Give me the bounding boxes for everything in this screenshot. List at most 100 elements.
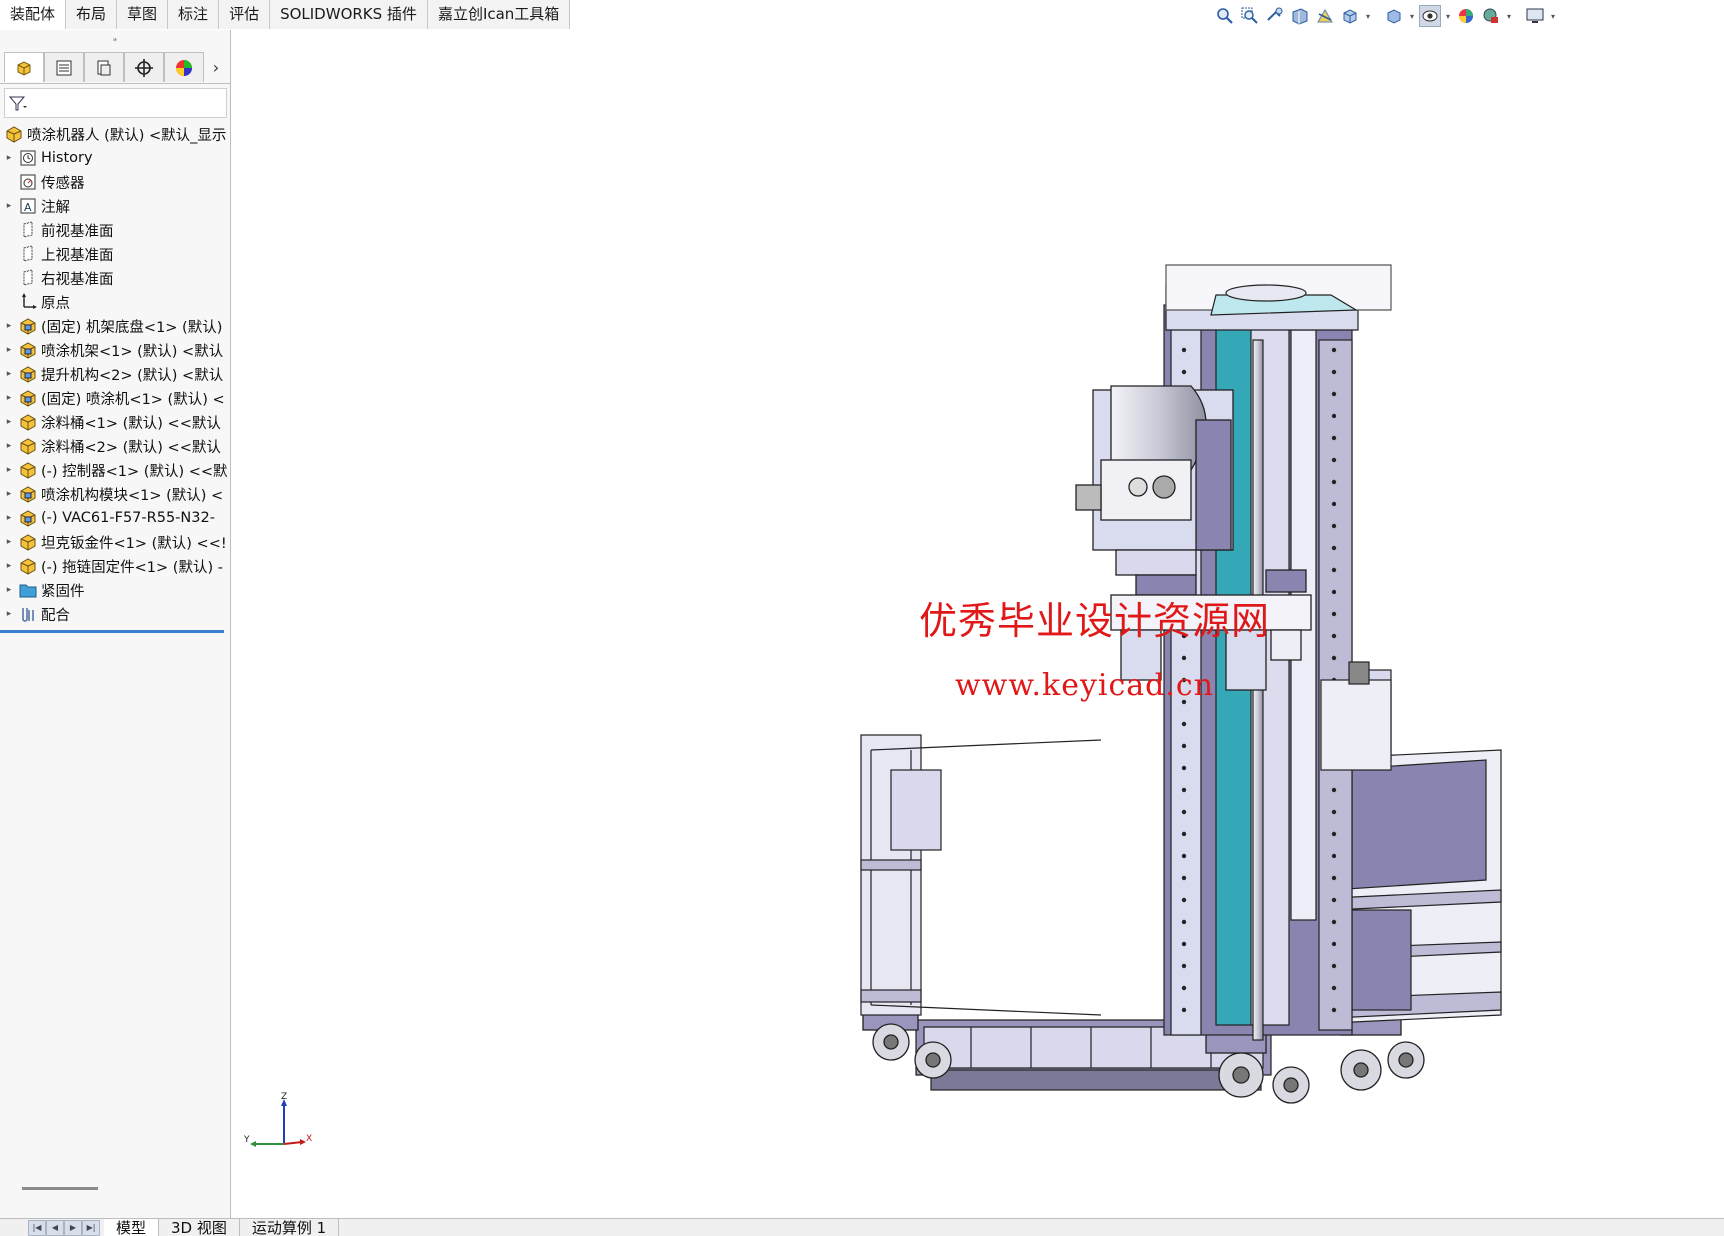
section-view-icon[interactable] (1289, 5, 1311, 27)
manager-tabs: › (0, 52, 230, 84)
expand-arrow-icon[interactable]: ▸ (0, 153, 18, 163)
top-cap (1165, 264, 1392, 331)
expand-arrow-icon[interactable]: ▸ (0, 609, 18, 619)
apply-scene-icon[interactable] (1480, 5, 1502, 27)
hide-show-dropdown-icon[interactable]: ▾ (1444, 12, 1452, 21)
property-list-icon (56, 60, 72, 75)
expand-arrow-icon[interactable]: ▸ (0, 393, 18, 403)
display-manager-tab[interactable] (164, 52, 204, 82)
bolt-hole (1181, 853, 1187, 859)
command-manager-tabs: 装配体 布局 草图 标注 评估 SOLIDWORKS 插件 嘉立创Ican工具箱 (0, 0, 571, 29)
tree-node[interactable]: ▸ (-) 拖链固定件<1> (默认) - (0, 554, 229, 578)
bolt-hole (1331, 567, 1337, 573)
expand-arrow-icon[interactable]: ▸ (0, 465, 18, 475)
dimxpert-tab[interactable] (124, 52, 164, 82)
previous-view-icon[interactable] (1264, 5, 1286, 27)
display-manager-icon (176, 59, 192, 76)
command-tab[interactable]: 标注 (168, 0, 220, 29)
tree-node[interactable]: ▸ 涂料桶<1> (默认) <<默认 (0, 410, 229, 434)
bolt-hole (1331, 897, 1337, 903)
command-tab[interactable]: SOLIDWORKS 插件 (270, 0, 428, 29)
view-orientation-dropdown-icon[interactable]: ▾ (1364, 12, 1372, 21)
expand-arrow-icon[interactable]: ▸ (0, 489, 18, 499)
tree-node[interactable]: ▸ 提升机构<2> (默认) <默认 (0, 362, 229, 386)
tree-node[interactable]: 前视基准面 (0, 218, 229, 242)
tree-node[interactable]: ▸ 紧固件 (0, 578, 229, 602)
expand-arrow-icon[interactable]: ▸ (0, 201, 18, 211)
command-tab[interactable]: 布局 (66, 0, 118, 29)
hide-show-items-icon[interactable] (1419, 5, 1441, 27)
tree-node[interactable]: 上视基准面 (0, 242, 229, 266)
tree-node[interactable]: 传感器 (0, 170, 229, 194)
tree-node[interactable]: ▸ (固定) 机架底盘<1> (默认) (0, 314, 229, 338)
zoom-to-area-icon[interactable] (1239, 5, 1261, 27)
assembly-icon (18, 340, 38, 360)
panel-grip-icon[interactable]: ⁍ (0, 30, 230, 52)
triad-y-label: Y (244, 1135, 250, 1145)
expand-arrow-icon[interactable]: ▸ (0, 561, 18, 571)
tree-node[interactable]: ▸ 喷涂机构模块<1> (默认) < (0, 482, 229, 506)
tree-node[interactable]: ▸ 坦克钣金件<1> (默认) <<! (0, 530, 229, 554)
tree-node[interactable]: ▸ (-) 控制器<1> (默认) <<默 (0, 458, 229, 482)
command-tab[interactable]: 评估 (219, 0, 271, 29)
bolt-hole (1331, 633, 1337, 639)
tree-node[interactable]: ▸ 喷涂机架<1> (默认) <默认 (0, 338, 229, 362)
first-tab-icon[interactable]: |◀ (28, 1219, 46, 1236)
tree-node[interactable]: ▸ (-) VAC61-F57-R55-N32- (0, 506, 229, 530)
graphics-area[interactable]: 优秀毕业设计资源网 www.keyicad.cn (231, 30, 1724, 1218)
left-cage-frame (860, 734, 1102, 1016)
tree-node[interactable]: ▸ 涂料桶<2> (默认) <<默认 (0, 434, 229, 458)
tree-node[interactable]: 右视基准面 (0, 266, 229, 290)
tree-node[interactable]: ▸ (固定) 喷涂机<1> (默认) < (0, 386, 229, 410)
expand-arrow-icon[interactable]: ▸ (0, 585, 18, 595)
expand-arrow-icon[interactable]: ▸ (0, 537, 18, 547)
propertymanager-tab[interactable] (44, 52, 84, 82)
configurationmanager-tab[interactable] (84, 52, 124, 82)
bottom-tab[interactable]: 3D 视图 (159, 1218, 240, 1236)
display-style-icon[interactable] (1383, 5, 1405, 27)
tree-filter[interactable] (4, 88, 227, 118)
zoom-to-fit-icon[interactable] (1214, 5, 1236, 27)
watermark-title: 优秀毕业设计资源网 (919, 599, 1271, 643)
expand-arrow-icon[interactable]: ▸ (0, 513, 18, 523)
expand-arrow-icon[interactable]: ▸ (0, 417, 18, 427)
bottom-tab[interactable]: 运动算例 1 (240, 1218, 340, 1236)
dynamic-annotation-icon[interactable] (1314, 5, 1336, 27)
tree-node[interactable]: ▸ A 注解 (0, 194, 229, 218)
more-tabs-chevron-icon[interactable]: › (204, 52, 228, 82)
bolt-hole (1331, 457, 1337, 463)
next-tab-icon[interactable]: ▶ (64, 1219, 82, 1236)
tree-node[interactable]: ▸ 配合 (0, 602, 229, 626)
apply-scene-dropdown-icon[interactable]: ▾ (1505, 12, 1513, 21)
view-settings-icon[interactable] (1524, 5, 1546, 27)
rollback-bar[interactable] (0, 630, 224, 633)
assembly-icon (18, 316, 38, 336)
bolt-hole (1331, 941, 1337, 947)
triad-z-label: Z (281, 1092, 287, 1102)
bolt-hole (1331, 479, 1337, 485)
edit-appearance-icon[interactable] (1455, 5, 1477, 27)
command-tab[interactable]: 嘉立创Ican工具箱 (427, 0, 571, 29)
tree-node[interactable]: 原点 (0, 290, 229, 314)
featuremanager-tab[interactable] (4, 52, 44, 82)
expand-arrow-icon[interactable]: ▸ (0, 345, 18, 355)
expand-arrow-icon[interactable]: ▸ (0, 369, 18, 379)
tree-root-assembly[interactable]: 喷涂机器人 (默认) <默认_显示 (0, 122, 229, 146)
command-tab[interactable]: 装配体 (0, 0, 67, 29)
bolt-hole (1181, 743, 1187, 749)
bolt-hole (1331, 809, 1337, 815)
expand-arrow-icon[interactable]: ▸ (0, 441, 18, 451)
view-orientation-icon[interactable] (1339, 5, 1361, 27)
tree-node-label: History (41, 150, 93, 166)
expand-arrow-icon[interactable]: ▸ (0, 321, 18, 331)
command-tab[interactable]: 草图 (117, 0, 169, 29)
bolt-hole (1331, 1007, 1337, 1013)
tree-node[interactable]: ▸ History (0, 146, 229, 170)
last-tab-icon[interactable]: ▶| (82, 1219, 100, 1236)
display-style-dropdown-icon[interactable]: ▾ (1408, 12, 1416, 21)
bolt-hole (1331, 787, 1337, 793)
horizontal-scrollbar[interactable] (22, 1187, 98, 1190)
bottom-tab[interactable]: 模型 (104, 1218, 160, 1236)
prev-tab-icon[interactable]: ◀ (46, 1219, 64, 1236)
view-settings-dropdown-icon[interactable]: ▾ (1549, 12, 1557, 21)
